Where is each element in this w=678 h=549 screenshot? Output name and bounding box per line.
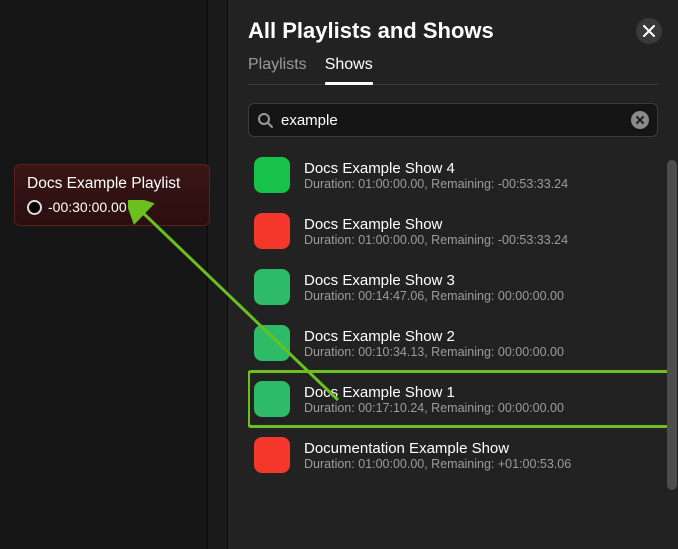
list-item[interactable]: Docs Example Show 1Duration: 00:17:10.24… (248, 371, 670, 427)
color-swatch (254, 213, 290, 249)
list-item-title: Docs Example Show 2 (304, 328, 658, 345)
clear-search-button[interactable] (631, 111, 649, 129)
list-item[interactable]: Documentation Example ShowDuration: 01:0… (248, 427, 670, 483)
list-item[interactable]: Docs Example Show 3Duration: 00:14:47.06… (248, 259, 670, 315)
list-item-sub: Duration: 01:00:00.00, Remaining: -00:53… (304, 233, 658, 247)
list-item-sub: Duration: 00:14:47.06, Remaining: 00:00:… (304, 289, 658, 303)
list-item-sub: Duration: 01:00:00.00, Remaining: +01:00… (304, 457, 658, 471)
list-item[interactable]: Docs Example ShowDuration: 01:00:00.00, … (248, 203, 670, 259)
list-item-sub: Duration: 00:17:10.24, Remaining: 00:00:… (304, 401, 658, 415)
list-item-text: Docs Example ShowDuration: 01:00:00.00, … (304, 216, 658, 247)
list-item-sub: Duration: 01:00:00.00, Remaining: -00:53… (304, 177, 658, 191)
close-icon (643, 25, 655, 37)
panel-header: All Playlists and Shows Playlists Shows (228, 0, 678, 85)
playlist-time: -00:30:00.00 (48, 199, 127, 215)
list-item[interactable]: Docs Example Show 4Duration: 01:00:00.00… (248, 147, 670, 203)
x-icon (636, 116, 644, 124)
color-swatch (254, 157, 290, 193)
list-item-title: Docs Example Show 3 (304, 272, 658, 289)
color-swatch (254, 269, 290, 305)
color-swatch (254, 437, 290, 473)
list-item-text: Documentation Example ShowDuration: 01:0… (304, 440, 658, 471)
right-panel: All Playlists and Shows Playlists Shows … (227, 0, 678, 549)
list-item-text: Docs Example Show 4Duration: 01:00:00.00… (304, 160, 658, 191)
tab-playlists[interactable]: Playlists (248, 56, 307, 84)
list-item-text: Docs Example Show 2Duration: 00:10:34.13… (304, 328, 658, 359)
playlist-title: Docs Example Playlist (27, 175, 197, 193)
playlist-tile[interactable]: Docs Example Playlist -00:30:00.00 (14, 164, 210, 226)
color-swatch (254, 325, 290, 361)
search-field[interactable] (248, 103, 658, 137)
list-item-sub: Duration: 00:10:34.13, Remaining: 00:00:… (304, 345, 658, 359)
list-item-title: Docs Example Show (304, 216, 658, 233)
list-item-text: Docs Example Show 3Duration: 00:14:47.06… (304, 272, 658, 303)
scrollbar-track[interactable] (666, 140, 678, 549)
list-item-text: Docs Example Show 1Duration: 00:17:10.24… (304, 384, 658, 415)
list-item-title: Docs Example Show 1 (304, 384, 658, 401)
search-input[interactable] (273, 112, 631, 129)
search-icon (257, 112, 273, 128)
tab-shows[interactable]: Shows (325, 56, 373, 84)
scrollbar-thumb[interactable] (667, 160, 677, 490)
tabs: Playlists Shows (248, 56, 658, 85)
shows-list: Docs Example Show 4Duration: 01:00:00.00… (248, 147, 670, 527)
list-item[interactable]: Docs Example Show 2Duration: 00:10:34.13… (248, 315, 670, 371)
playlist-time-row: -00:30:00.00 (27, 199, 197, 215)
close-button[interactable] (636, 18, 662, 44)
list-item-title: Docs Example Show 4 (304, 160, 658, 177)
left-panel: Docs Example Playlist -00:30:00.00 (0, 0, 208, 549)
list-item-title: Documentation Example Show (304, 440, 658, 457)
panel-title: All Playlists and Shows (248, 18, 658, 44)
color-swatch (254, 381, 290, 417)
record-circle-icon (27, 200, 42, 215)
